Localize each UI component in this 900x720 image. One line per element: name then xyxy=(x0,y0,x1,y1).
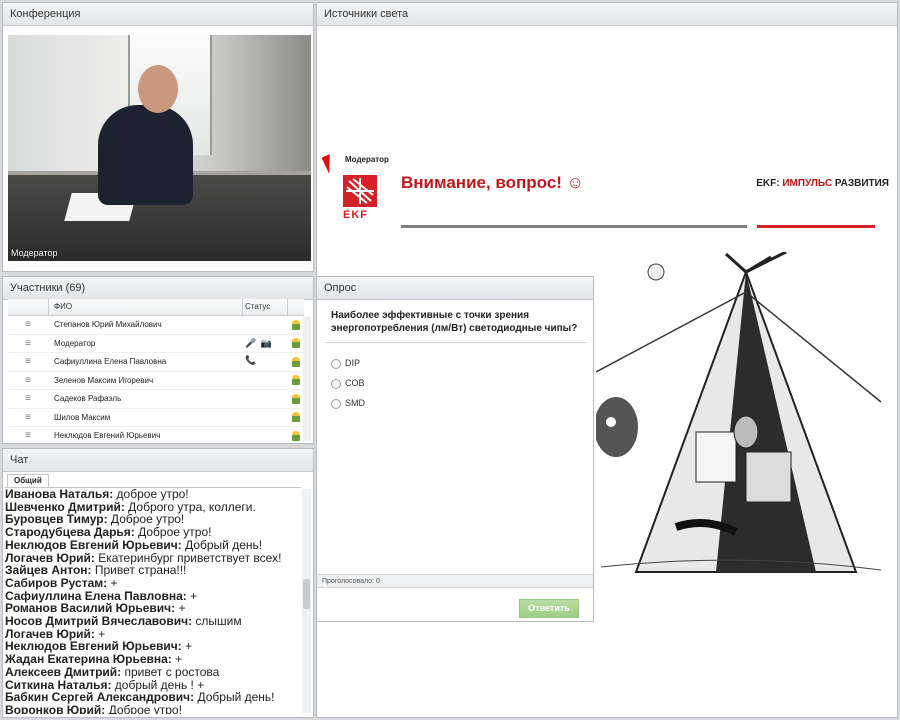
poll-question: Наиболее эффективные с точки зрения энер… xyxy=(331,310,578,334)
conference-panel: Конференция Модератор xyxy=(2,2,314,272)
option-label: DIP xyxy=(345,358,361,368)
menu-icon[interactable]: ≡ xyxy=(8,353,48,371)
chat-title: Чат xyxy=(3,449,313,472)
participants-panel: Участники (69) ФИО Статус ≡ Степанов Юри… xyxy=(2,276,314,444)
table-row[interactable]: ≡ Шилов Максим xyxy=(8,409,304,427)
participant-name: Садеков Рафаэль xyxy=(54,394,122,403)
slide-title: Внимание, вопрос! ☺ xyxy=(401,173,585,192)
slide-divider-gray xyxy=(401,225,747,228)
participant-name: Модератор xyxy=(54,338,96,348)
poll-divider xyxy=(325,342,587,343)
participant-name: Неклюдов Евгений Юрьевич xyxy=(54,431,161,440)
submit-button[interactable]: Ответить xyxy=(519,599,579,618)
menu-icon[interactable]: ≡ xyxy=(8,335,48,353)
participants-table: ФИО Статус ≡ Степанов Юрий Михайлович ≡ … xyxy=(8,299,304,443)
radio-icon[interactable] xyxy=(331,378,341,389)
table-row[interactable]: ≡ Садеков Рафаэль xyxy=(8,390,304,409)
chat-scrollbar[interactable] xyxy=(302,489,311,713)
poll-option-cob[interactable]: COB xyxy=(331,378,365,389)
tab-general[interactable]: Общий xyxy=(7,474,49,487)
user-icon xyxy=(288,372,304,390)
table-row[interactable]: ≡ Степанов Юрий Михайлович xyxy=(8,316,304,335)
menu-icon[interactable]: ≡ xyxy=(8,390,48,408)
chat-scroll-thumb[interactable] xyxy=(303,579,310,609)
chat-panel: Чат Общий Иванова Наталья: доброе утро! … xyxy=(2,448,314,718)
conference-title: Конференция xyxy=(3,3,313,26)
radio-icon[interactable] xyxy=(331,358,341,369)
chat-log: Иванова Наталья: доброе утро! Шевченко Д… xyxy=(5,487,301,714)
user-icon xyxy=(288,409,304,427)
logo-text: EKF xyxy=(343,209,368,221)
cartoon-illustration xyxy=(596,252,882,573)
table-row[interactable]: ≡ Неклюдов Евгений Юрьевич xyxy=(8,427,304,443)
poll-option-smd[interactable]: SMD xyxy=(331,398,365,409)
participants-header-row: ФИО Статус xyxy=(8,299,304,316)
table-row[interactable]: ≡ Зеленов Максим Игоревич xyxy=(8,372,304,390)
user-icon xyxy=(288,335,304,353)
menu-icon[interactable]: ≡ xyxy=(8,427,48,443)
participants-title: Участники (69) xyxy=(3,277,313,300)
participant-name: Сафиуллина Елена Павловна xyxy=(54,357,167,366)
sources-title: Источники света xyxy=(317,3,897,26)
menu-icon[interactable]: ≡ xyxy=(8,372,48,390)
menu-icon[interactable]: ≡ xyxy=(8,409,48,427)
radio-icon[interactable] xyxy=(331,398,341,409)
ekf-logo: EKF xyxy=(343,175,379,225)
slide-brand: EKF: ИМПУЛЬС РАЗВИТИЯ xyxy=(756,178,889,189)
poll-title: Опрос xyxy=(317,277,593,300)
poll-panel: Опрос Наиболее эффективные с точки зрени… xyxy=(316,276,594,622)
table-row[interactable]: ≡ Сафиуллина Елена Павловна xyxy=(8,353,304,372)
user-icon xyxy=(288,390,304,408)
presenter-label: Модератор xyxy=(345,155,389,164)
chat-message: Воронков Юрий: Доброе утро! xyxy=(5,702,182,714)
video-label: Модератор xyxy=(11,248,58,258)
menu-icon[interactable]: ≡ xyxy=(8,316,48,334)
poll-vote-count: Проголосовало: 0 xyxy=(317,574,593,588)
poll-option-dip[interactable]: DIP xyxy=(331,358,360,369)
video-person-head xyxy=(138,65,178,113)
participant-name: Зеленов Максим Игоревич xyxy=(54,375,154,385)
participants-scrollbar[interactable] xyxy=(303,317,311,441)
user-icon xyxy=(288,427,304,443)
logo-mark xyxy=(343,175,377,207)
option-label: SMD xyxy=(345,398,365,408)
table-row[interactable]: ≡ Модератор 🎤 📷 📞 xyxy=(8,335,304,365)
video-person-body xyxy=(98,105,193,205)
participant-name: Шилов Максим xyxy=(54,412,111,422)
participant-name: Степанов Юрий Михайлович xyxy=(54,320,162,329)
column-status[interactable]: Статус xyxy=(245,299,285,315)
option-label: COB xyxy=(345,378,365,388)
pointer-cursor-icon xyxy=(321,153,338,175)
user-icon xyxy=(288,353,304,371)
user-icon xyxy=(288,316,304,334)
slide-divider-red xyxy=(757,225,875,228)
video-feed[interactable]: Модератор xyxy=(8,35,311,261)
column-name[interactable]: ФИО xyxy=(54,299,240,315)
